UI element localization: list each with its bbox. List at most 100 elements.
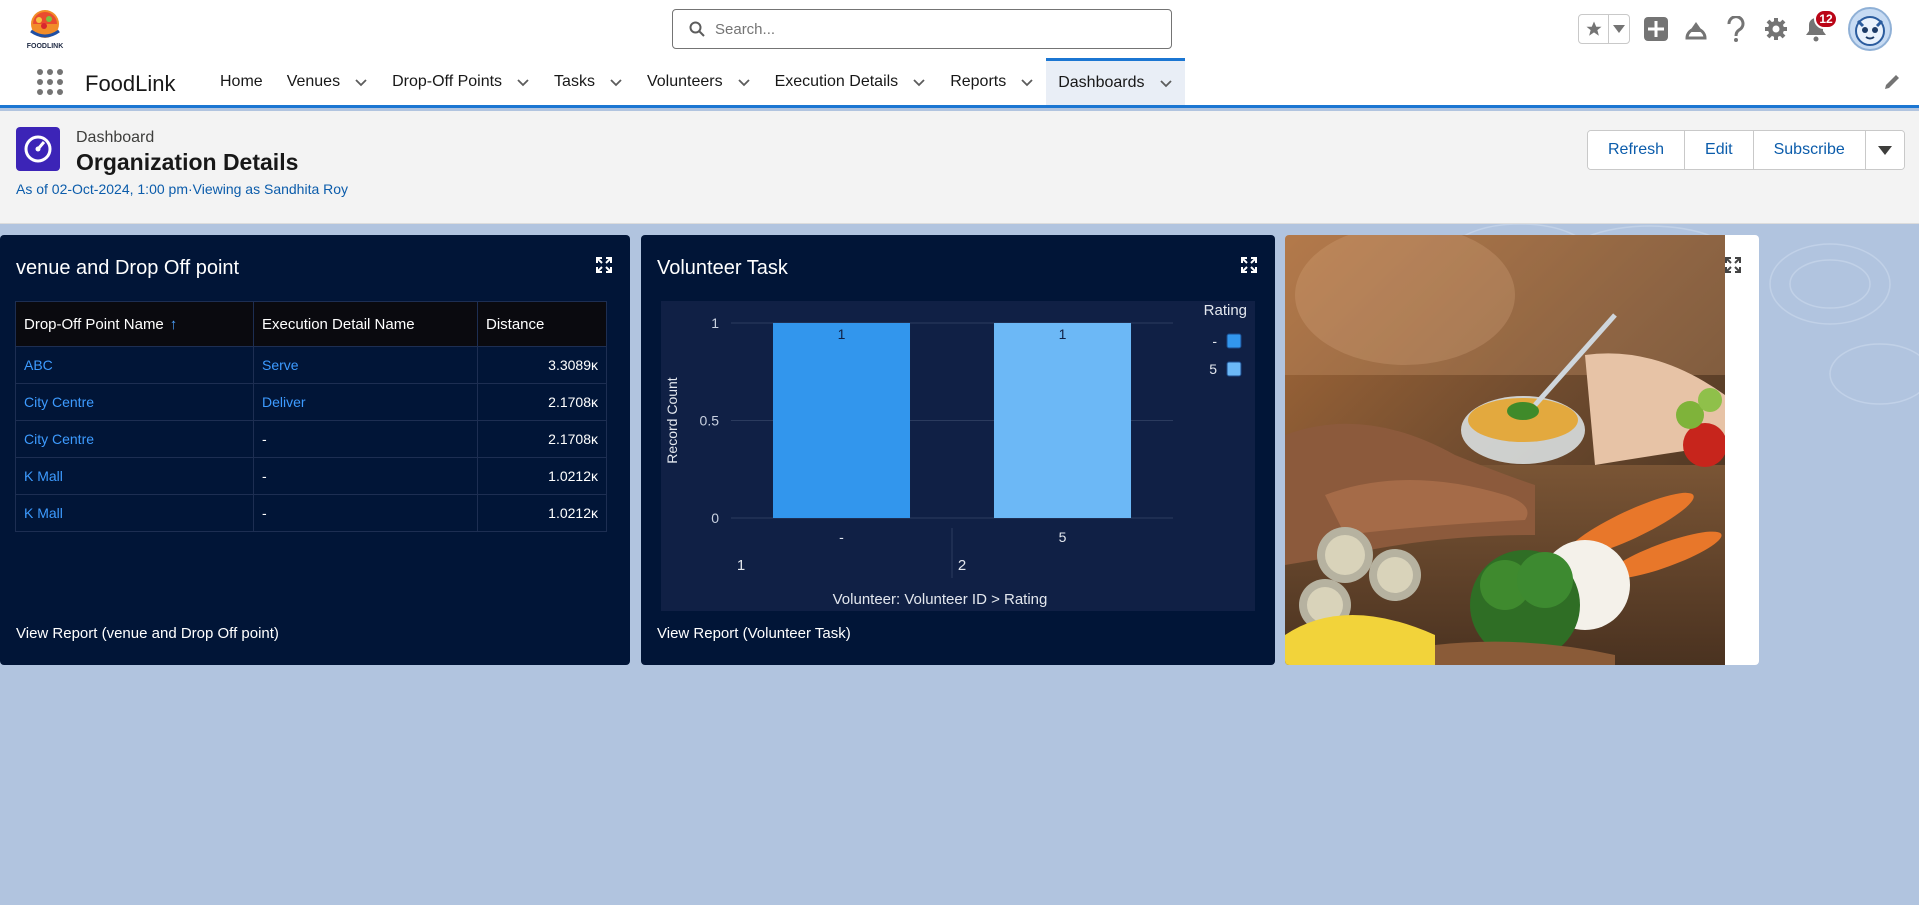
nav-item-reports[interactable]: Reports [938, 58, 1046, 105]
legend-label: - [1212, 333, 1217, 349]
dropoff-point-link[interactable]: K Mall [15, 457, 254, 495]
nav-item-label: Venues [286, 72, 341, 90]
nav-item-label: Home [220, 72, 263, 90]
chevron-down-icon[interactable] [1020, 75, 1034, 89]
plus-icon [1644, 17, 1668, 41]
table-row: K Mall -1.0212ĸ [15, 457, 607, 495]
chevron-down-icon[interactable] [354, 75, 368, 89]
bar-data-label: 1 [838, 326, 846, 342]
x-group-label: 2 [958, 557, 966, 574]
widget-title: Volunteer Task [657, 257, 788, 279]
global-header: FOODLINK 1 [0, 0, 1919, 58]
favorites-star-button[interactable] [1579, 15, 1609, 43]
favorites-menu-button[interactable] [1609, 15, 1629, 43]
help-icon [1727, 16, 1745, 42]
expand-icon [1725, 257, 1741, 273]
distance-cell: 2.1708ĸ [477, 420, 607, 458]
chevron-down-icon[interactable] [516, 75, 530, 89]
execution-detail-cell: - [253, 494, 478, 532]
execution-detail-cell: - [253, 420, 478, 458]
notifications-button[interactable]: 12 [1802, 9, 1838, 43]
venue-dropoff-table: Drop-Off Point Name ↑ Execution Detail Na… [15, 301, 607, 532]
app-launcher-button[interactable] [36, 68, 64, 96]
nav-item-venues[interactable]: Venues [275, 58, 380, 105]
pencil-icon [1885, 75, 1899, 89]
expand-widget-button[interactable] [1725, 257, 1741, 273]
execution-detail-link[interactable]: Serve [253, 346, 478, 384]
subscribe-button[interactable]: Subscribe [1753, 131, 1866, 169]
dropoff-point-link[interactable]: ABC [15, 346, 254, 384]
nav-items: Home Venues Drop-Off Points Tasks Volunteers… [208, 58, 1185, 105]
user-avatar[interactable] [1848, 7, 1892, 51]
dashboard-icon [16, 127, 60, 171]
dropoff-point-link[interactable]: City Centre [15, 420, 254, 458]
column-header-dropoff-point[interactable]: Drop-Off Point Name ↑ [15, 301, 254, 347]
foodlink-logo[interactable]: FOODLINK [22, 6, 68, 52]
edit-nav-button[interactable] [1883, 73, 1901, 91]
table-row: City Centre Deliver 2.1708ĸ [15, 383, 607, 421]
global-search[interactable] [672, 9, 1172, 49]
nav-item-drop-off-points[interactable]: Drop-Off Points [380, 58, 542, 105]
table-row: City Centre -2.1708ĸ [15, 420, 607, 458]
setup-button[interactable] [1762, 15, 1790, 43]
food-donation-image [1285, 235, 1725, 665]
expand-icon [596, 257, 612, 273]
x-axis-label: Volunteer: Volunteer ID > Rating [833, 591, 1048, 608]
search-icon [689, 21, 705, 37]
nav-item-dashboards[interactable]: Dashboards [1046, 58, 1185, 105]
help-button[interactable] [1722, 15, 1750, 43]
global-create-button[interactable] [1642, 15, 1670, 43]
logo-text: FOODLINK [27, 43, 64, 50]
table-header-row: Drop-Off Point Name ↑ Execution Detail Na… [15, 301, 607, 347]
nav-item-tasks[interactable]: Tasks [542, 58, 635, 105]
page-title: Organization Details [76, 149, 299, 175]
chevron-down-icon[interactable] [609, 75, 623, 89]
chart-svg: 0 0.5 1 1 - 1 1 5 2 Volunteer: Volunteer ID > Rat… [664, 302, 1247, 608]
legend-swatch [1226, 333, 1242, 349]
execution-detail-cell: - [253, 457, 478, 495]
sort-ascending-icon: ↑ [169, 315, 178, 333]
dropoff-point-link[interactable]: City Centre [15, 383, 254, 421]
distance-cell: 3.3089ĸ [477, 346, 607, 384]
trailhead-button[interactable] [1682, 15, 1710, 43]
bar [993, 323, 1132, 518]
edit-button[interactable]: Edit [1685, 131, 1754, 169]
x-category-label: - [839, 529, 844, 545]
venue-dropoff-widget: venue and Drop Off point Drop-Off Point … [0, 235, 630, 665]
y-tick-label: 0.5 [700, 413, 720, 429]
legend-label: 5 [1209, 361, 1217, 377]
chevron-down-icon[interactable] [737, 75, 751, 89]
page-kicker: Dashboard [76, 129, 155, 146]
app-name: FoodLink [85, 71, 176, 96]
nav-item-label: Volunteers [646, 72, 723, 90]
star-icon [1586, 21, 1601, 36]
volunteer-task-widget: Volunteer Task 0 0.5 1 1 - 1 1 5 2 Volunteer: Vol… [641, 235, 1275, 665]
trailhead-icon [1685, 22, 1707, 40]
column-header-execution-detail[interactable]: Execution Detail Name [253, 301, 478, 347]
dropoff-point-link[interactable]: K Mall [15, 494, 254, 532]
refresh-button[interactable]: Refresh [1588, 131, 1686, 169]
nav-item-home[interactable]: Home [208, 58, 275, 105]
x-group-label: 1 [737, 557, 745, 574]
nav-item-volunteers[interactable]: Volunteers [635, 58, 763, 105]
notification-count-badge: 12 [1814, 9, 1838, 29]
column-header-label: Drop-Off Point Name [24, 315, 164, 333]
view-report-link[interactable]: View Report (venue and Drop Off point) [16, 625, 279, 642]
distance-cell: 1.0212ĸ [477, 457, 607, 495]
app-nav-bar: FoodLink Home Venues Drop-Off Points Tasks V… [0, 58, 1919, 108]
chevron-down-icon[interactable] [1159, 76, 1173, 90]
chevron-down-icon[interactable] [912, 75, 926, 89]
expand-widget-button[interactable] [596, 257, 612, 273]
column-header-distance[interactable]: Distance [477, 301, 607, 347]
nav-item-label: Execution Details [774, 72, 899, 90]
more-actions-button[interactable] [1865, 131, 1904, 169]
dashboard-meta: As of 02-Oct-2024, 1:00 pm·Viewing as Sa… [16, 181, 349, 197]
view-report-link[interactable]: View Report (Volunteer Task) [657, 625, 851, 642]
caret-down-icon [1613, 25, 1625, 33]
bar [772, 323, 911, 518]
expand-widget-button[interactable] [1241, 257, 1257, 273]
execution-detail-link[interactable]: Deliver [253, 383, 478, 421]
nav-item-execution-details[interactable]: Execution Details [763, 58, 939, 105]
favorites-group [1578, 14, 1630, 44]
search-input[interactable] [715, 20, 1155, 38]
